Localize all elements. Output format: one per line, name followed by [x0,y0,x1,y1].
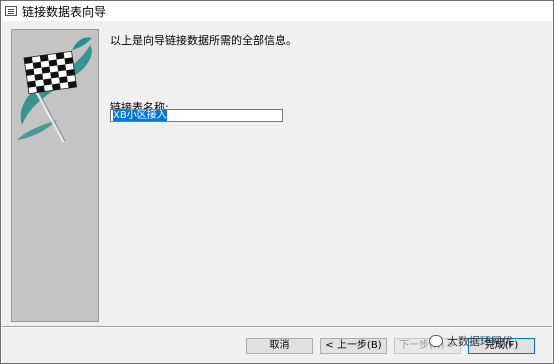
wechat-icon [429,335,443,347]
watermark-text: 大数据环网优 [447,335,513,348]
checkered-flag-icon [17,37,92,143]
table-name-input[interactable]: XB小区接入 [110,109,283,122]
wizard-description: 以上是向导链接数据所需的全部信息。 [110,34,297,47]
wizard-window: 链接数据表向导 以上是向导链接数据所需的全部信息。 链接表名称: XB小区接入 … [0,0,554,364]
watermark: 大数据环网优 [429,333,513,349]
cancel-button[interactable]: 取消 [246,338,313,354]
title-bar[interactable]: 链接数据表向导 [1,1,553,21]
button-divider [2,326,552,328]
table-name-value: XB小区接入 [113,110,167,121]
table-wizard-icon [5,6,17,16]
back-button[interactable]: < 上一步(B) [320,338,387,354]
wizard-client-area: 以上是向导链接数据所需的全部信息。 链接表名称: XB小区接入 取消 < 上一步… [2,21,552,363]
window-title: 链接数据表向导 [22,4,107,19]
wizard-art-panel [11,29,99,322]
